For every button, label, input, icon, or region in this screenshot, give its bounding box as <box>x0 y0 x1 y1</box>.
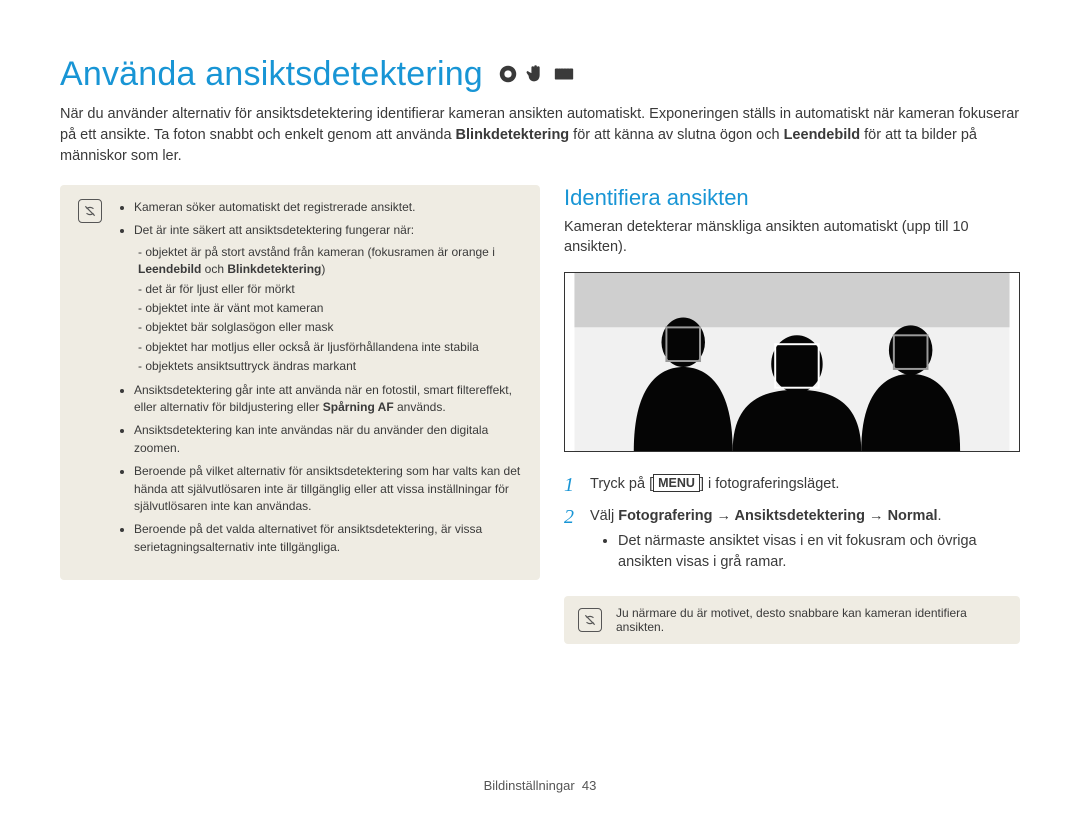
page-footer: Bildinställningar 43 <box>0 778 1080 793</box>
hand-icon <box>525 63 547 85</box>
note-item: Beroende på det valda alternativet för a… <box>134 521 522 556</box>
menu-key: MENU <box>653 474 700 492</box>
step-2: 2 Välj Fotografering → Ansiktsdetekterin… <box>564 506 1020 572</box>
note-sub-item: objektet är på stort avstånd från kamera… <box>138 244 522 279</box>
page-title: Använda ansiktsdetektering <box>60 55 483 94</box>
tip-box: Ju närmare du är motivet, desto snabbare… <box>564 596 1020 644</box>
step-number: 1 <box>564 474 580 496</box>
tip-text: Ju närmare du är motivet, desto snabbare… <box>616 606 1006 634</box>
step-1: 1 Tryck på [MENU] i fotograferingsläget. <box>564 474 1020 496</box>
note-item: Ansiktsdetektering kan inte användas när… <box>134 422 522 457</box>
note-sub-item: objektet inte är vänt mot kameran <box>138 300 522 317</box>
face-detection-illustration <box>564 272 1020 452</box>
section-lead: Kameran detekterar mänskliga ansikten au… <box>564 217 1020 258</box>
note-sub-item: det är för ljust eller för mörkt <box>138 281 522 298</box>
note-item: Kameran söker automatiskt det registrera… <box>134 199 522 216</box>
lead-text: När du använder alternativ för ansiktsde… <box>60 104 1020 167</box>
note-item: Det är inte säkert att ansiktsdetekterin… <box>134 222 522 375</box>
note-sub-item: objektets ansiktsuttryck ändras markant <box>138 358 522 375</box>
scene-icon <box>553 63 575 85</box>
step-number: 2 <box>564 506 580 572</box>
note-icon <box>78 199 102 223</box>
camera-mode-icon <box>497 63 519 85</box>
step-bullet: Det närmaste ansiktet visas i en vit fok… <box>618 531 1020 572</box>
note-sub-item: objektet bär solglasögon eller mask <box>138 319 522 336</box>
section-heading: Identifiera ansikten <box>564 185 1020 211</box>
note-sub-item: objektet har motljus eller också är ljus… <box>138 339 522 356</box>
notes-box: Kameran söker automatiskt det registrera… <box>60 185 540 580</box>
note-item: Ansiktsdetektering går inte att använda … <box>134 382 522 417</box>
note-item: Beroende på vilket alternativ för ansikt… <box>134 463 522 515</box>
mode-icons <box>497 63 575 85</box>
note-icon <box>578 608 602 632</box>
